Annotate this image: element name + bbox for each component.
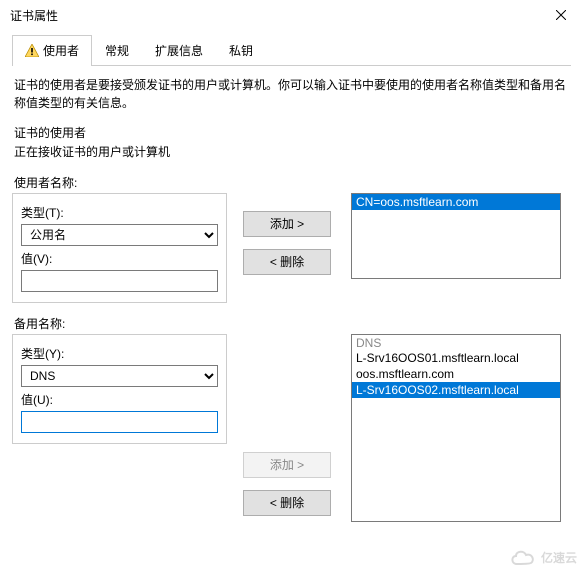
subject-type-select[interactable]: 公用名 [21,224,218,246]
tab-label: 常规 [105,44,129,58]
altname-list-header: DNS [352,335,560,350]
altname-listbox[interactable]: DNS L-Srv16OOS01.msftlearn.local oos.msf… [351,334,561,522]
altname-groupbox: 类型(Y): DNS 值(U): [12,334,227,444]
altname-type-label: 类型(Y): [21,345,218,362]
subject-name-label: 使用者名称: [14,174,571,191]
subject-listbox[interactable]: CN=oos.msftlearn.com [351,193,561,279]
window-title: 证书属性 [10,7,58,24]
subject-row: 类型(T): 公用名 值(V): 添加 > < 删除 CN=oos.msftle… [12,193,571,303]
altname-type-select[interactable]: DNS [21,365,218,387]
subject-type-label: 类型(T): [21,204,218,221]
tab-general[interactable]: 常规 [92,35,142,66]
tab-extensions[interactable]: 扩展信息 [142,35,216,66]
list-item[interactable]: L-Srv16OOS02.msftlearn.local [352,382,560,398]
close-icon [556,10,566,20]
subject-remove-button[interactable]: < 删除 [243,249,331,275]
tab-subject[interactable]: 使用者 [12,35,92,66]
subject-subheading: 正在接收证书的用户或计算机 [14,143,571,160]
altname-row: 类型(Y): DNS 值(U): 添加 > < 删除 DNS L-Srv16OO… [12,334,571,530]
altname-value-label: 值(U): [21,391,218,408]
list-item[interactable]: L-Srv16OOS01.msftlearn.local [352,350,560,366]
tab-bar: 使用者 常规 扩展信息 私钥 [12,34,571,66]
tab-privatekey[interactable]: 私钥 [216,35,266,66]
altname-remove-button[interactable]: < 删除 [243,490,331,516]
description-text: 证书的使用者是要接受颁发证书的用户或计算机。你可以输入证书中要使用的使用者名称值… [14,76,569,112]
watermark: 亿速云 [509,548,577,566]
dialog-body: 使用者 常规 扩展信息 私钥 证书的使用者是要接受颁发证书的用户或计算机。你可以… [0,30,583,530]
altname-value-input[interactable] [21,411,218,433]
tab-label: 使用者 [43,44,79,58]
tab-label: 扩展信息 [155,44,203,58]
subject-groupbox: 类型(T): 公用名 值(V): [12,193,227,303]
subject-heading: 证书的使用者 [14,124,571,141]
warning-icon [25,44,39,60]
cloud-icon [509,548,537,566]
tab-label: 私钥 [229,44,253,58]
subject-value-label: 值(V): [21,250,218,267]
titlebar: 证书属性 [0,0,583,30]
list-item[interactable]: oos.msftlearn.com [352,366,560,382]
altname-label: 备用名称: [14,315,571,332]
list-item[interactable]: CN=oos.msftlearn.com [352,194,560,210]
altname-add-button: 添加 > [243,452,331,478]
subject-add-button[interactable]: 添加 > [243,211,331,237]
close-button[interactable] [538,0,583,30]
subject-value-input[interactable] [21,270,218,292]
